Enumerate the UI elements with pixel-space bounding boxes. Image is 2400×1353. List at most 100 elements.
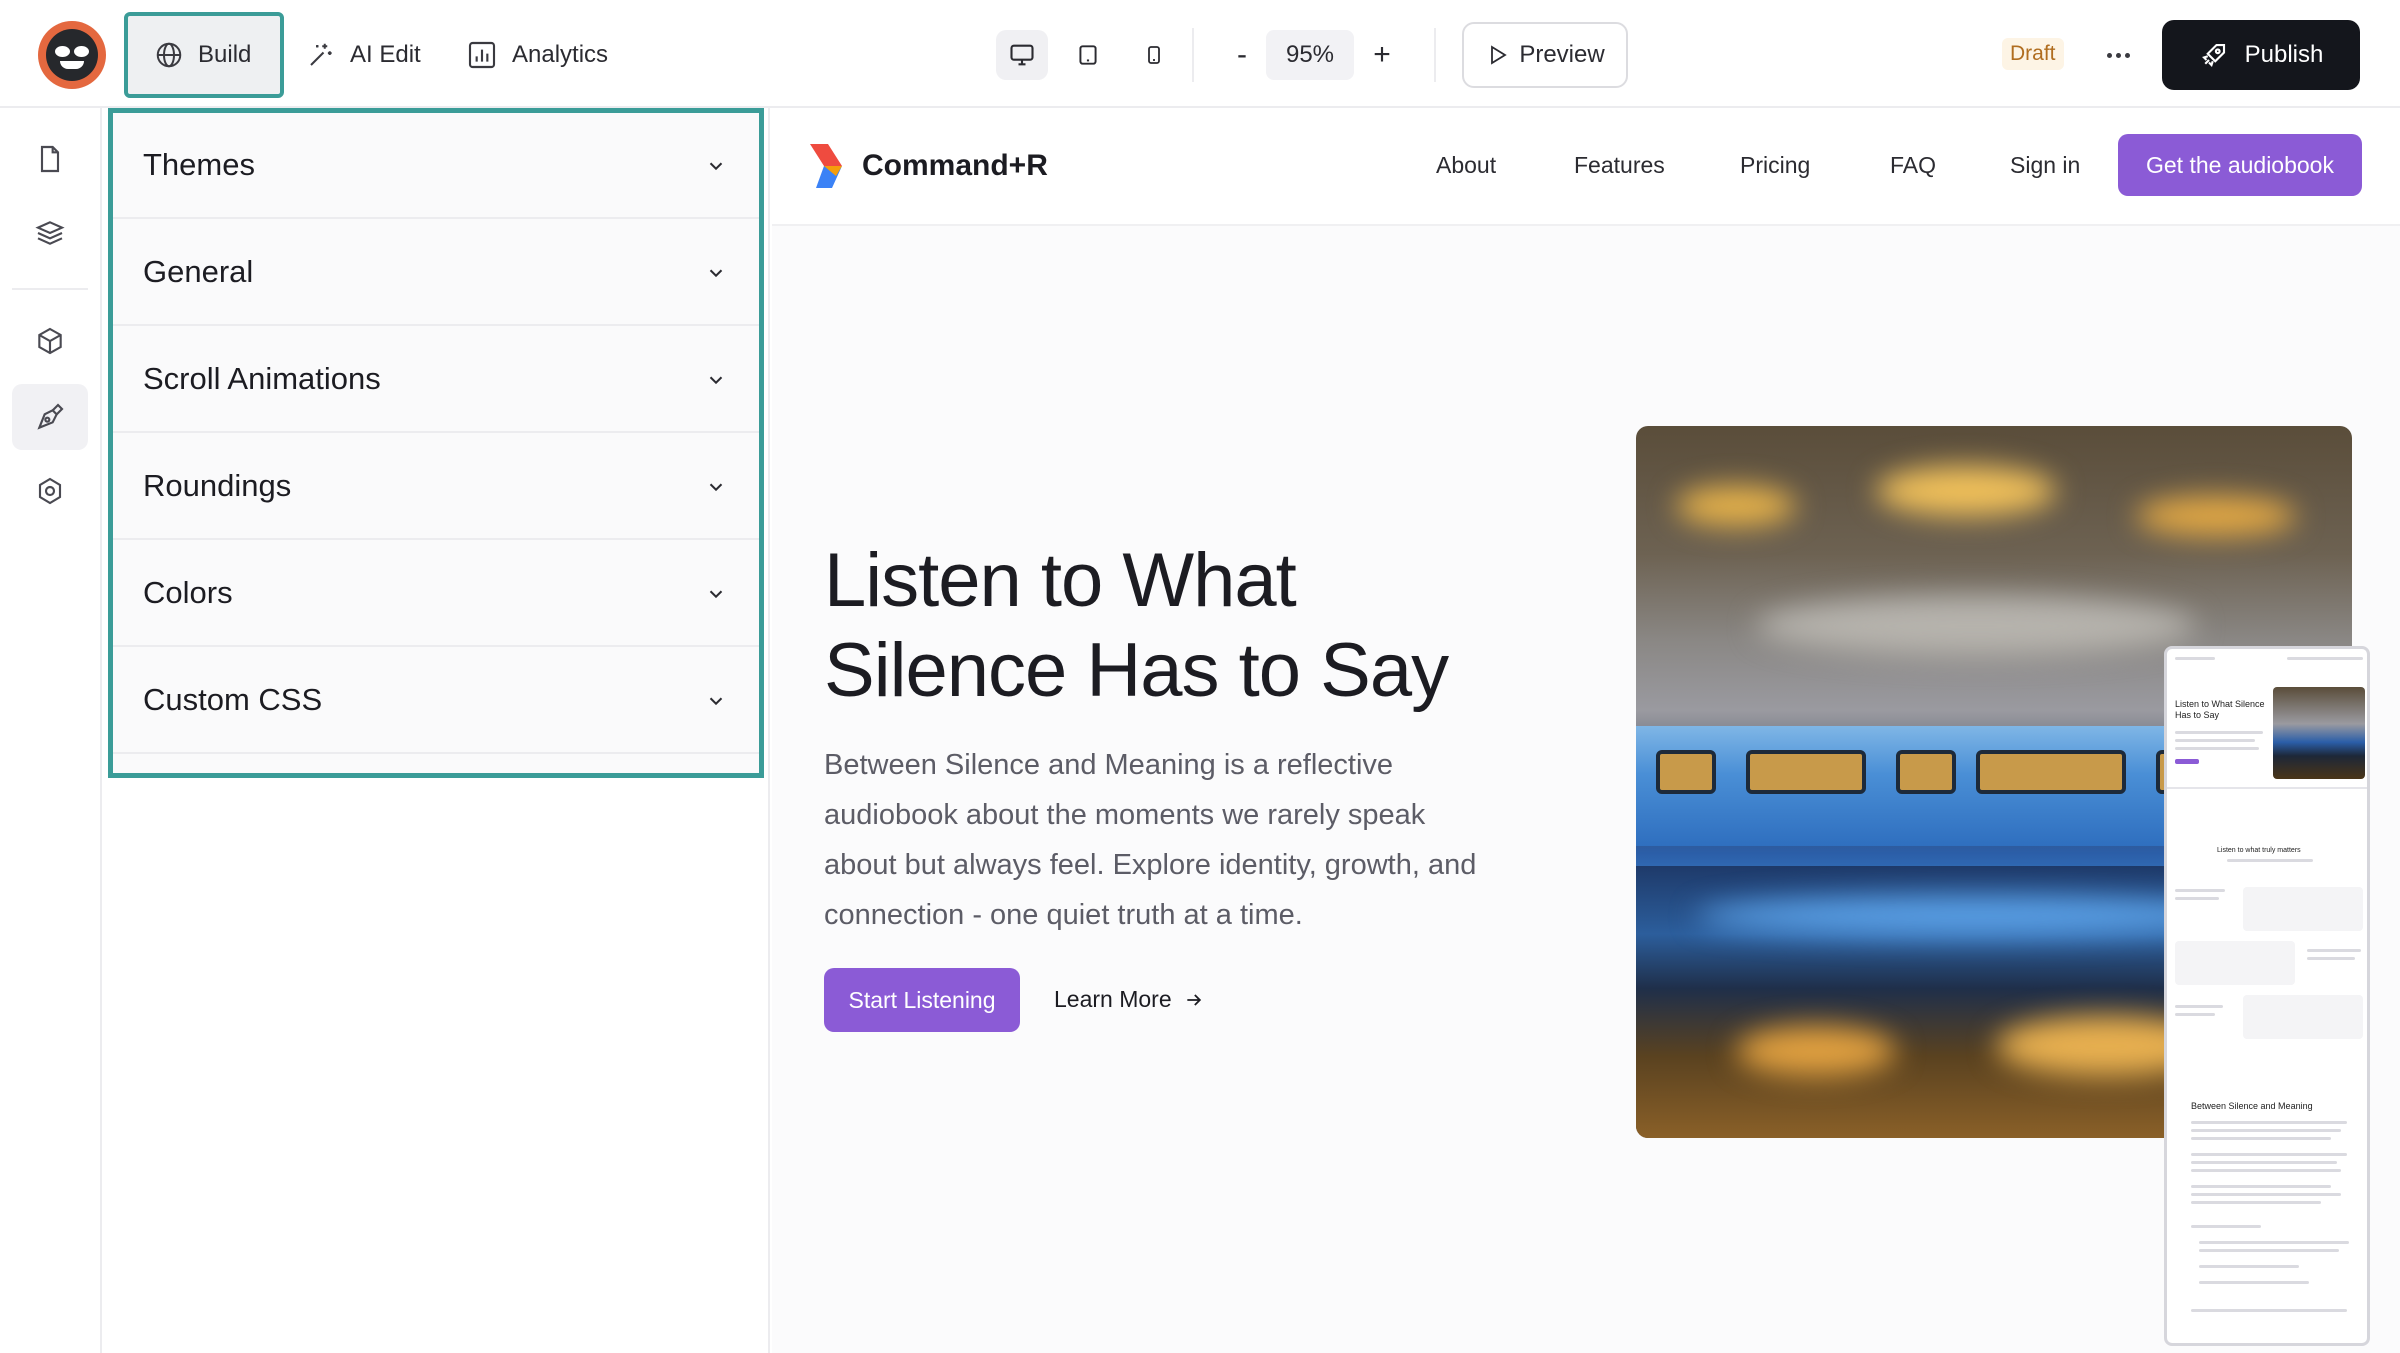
mini-line: [2191, 1169, 2341, 1172]
site-brand[interactable]: Command+R: [808, 142, 1048, 190]
site-nav-faq[interactable]: FAQ: [1890, 152, 1936, 179]
chevron-down-icon: [709, 697, 723, 706]
mini-line: [2175, 897, 2219, 900]
mini-line: [2307, 949, 2361, 952]
mobile-view-button[interactable]: [1128, 30, 1180, 80]
mini-line: [2227, 859, 2313, 862]
mini-line: [2191, 1309, 2347, 1312]
logo-eye-right: [74, 46, 89, 57]
rail-divider: [12, 288, 88, 290]
layers-icon: [35, 221, 65, 245]
more-dot: [2106, 52, 2112, 58]
rail-settings-button[interactable]: [12, 458, 88, 524]
accordion-label: Scroll Animations: [143, 361, 381, 396]
brand-name: Command+R: [862, 149, 1048, 182]
cube-icon: [38, 327, 62, 355]
site-preview-canvas[interactable]: Command+R About Features Pricing FAQ Sig…: [772, 108, 2400, 1353]
arrow-right-icon: [1186, 993, 1201, 1006]
zoom-out-button[interactable]: -: [1222, 30, 1262, 80]
mini-line: [2191, 1153, 2347, 1156]
start-listening-button[interactable]: Start Listening: [824, 968, 1020, 1032]
mini-card: [2175, 941, 2295, 985]
light-blur: [1756, 596, 2196, 656]
train-window: [1976, 750, 2126, 794]
mini-line: [2191, 1121, 2347, 1124]
light-blur: [1736, 1026, 1896, 1076]
mini-line: [2175, 1005, 2223, 1008]
site-nav-about[interactable]: About: [1436, 152, 1496, 179]
light-blur: [1876, 466, 2056, 516]
accordion-roundings[interactable]: Roundings: [113, 434, 759, 540]
ai-edit-tab[interactable]: AI Edit: [288, 22, 439, 88]
logo-face-icon: [46, 29, 98, 81]
mini-line: [2175, 889, 2225, 892]
page-icon: [40, 145, 60, 173]
site-nav-features[interactable]: Features: [1574, 152, 1665, 179]
zoom-in-button[interactable]: +: [1362, 30, 1402, 80]
preview-button[interactable]: Preview: [1462, 22, 1628, 88]
site-nav-sign-in[interactable]: Sign in: [2010, 152, 2080, 179]
status-badge: Draft: [2002, 38, 2064, 70]
more-options-button[interactable]: [2096, 30, 2140, 80]
site-nav-pricing[interactable]: Pricing: [1740, 152, 1810, 179]
mini-hero-image: [2273, 687, 2365, 779]
chevron-down-icon: [709, 376, 723, 385]
mini-line: [2175, 1013, 2215, 1016]
chevron-down-icon: [709, 590, 723, 599]
train-window: [1656, 750, 1716, 794]
mini-card: [2243, 995, 2363, 1039]
settings-icon: [38, 477, 62, 505]
mini-line: [2199, 1281, 2309, 1284]
accordion-themes[interactable]: Themes: [113, 113, 759, 219]
mini-line: [2191, 1129, 2341, 1132]
mini-card: [2243, 887, 2363, 931]
globe-icon: [156, 42, 182, 68]
accordion-label: Custom CSS: [143, 682, 323, 717]
app-logo[interactable]: [38, 21, 106, 89]
learn-more-label: Learn More: [1054, 986, 1172, 1012]
publish-button[interactable]: Publish: [2162, 20, 2360, 90]
mini-line: [2191, 1225, 2261, 1228]
hero-title: Listen to What Silence Has to Say: [824, 538, 1449, 713]
desktop-view-button[interactable]: [996, 30, 1048, 80]
play-icon: [1491, 45, 1508, 65]
build-tab[interactable]: Build: [124, 12, 284, 98]
train-window: [1896, 750, 1956, 794]
analytics-tab[interactable]: Analytics: [448, 22, 626, 88]
rail-layers-button[interactable]: [12, 200, 88, 266]
left-icon-rail: [0, 108, 102, 1353]
learn-more-link[interactable]: Learn More: [1054, 986, 1204, 1013]
mini-line: [2191, 1161, 2337, 1164]
rail-design-button[interactable]: [12, 384, 88, 450]
mini-line: [2199, 1265, 2299, 1268]
tablet-view-button[interactable]: [1062, 30, 1114, 80]
accordion-colors[interactable]: Colors: [113, 541, 759, 647]
mini-line: [2191, 1201, 2321, 1204]
accordion-custom-css[interactable]: Custom CSS: [113, 648, 759, 754]
mini-line: [2191, 1193, 2341, 1196]
build-tab-label: Build: [198, 41, 252, 68]
site-header: Command+R About Features Pricing FAQ Sig…: [772, 108, 2400, 226]
mini-section-title: Listen to what truly matters: [2217, 847, 2301, 854]
chevron-down-icon: [709, 269, 723, 278]
accordion-general[interactable]: General: [113, 220, 759, 326]
accordion-list: Themes General Scroll Animations Roundin…: [108, 108, 764, 778]
accordion-scroll-animations[interactable]: Scroll Animations: [113, 327, 759, 433]
light-blur: [1676, 486, 1796, 526]
get-audiobook-button[interactable]: Get the audiobook: [2118, 134, 2362, 196]
chevron-down-icon: [709, 162, 723, 171]
accordion-label: Themes: [143, 147, 255, 182]
mobile-preview-thumbnail[interactable]: Listen to What Silence Has to Say Listen…: [2164, 646, 2370, 1346]
mini-line: [2175, 657, 2215, 660]
toolbar-divider: [1192, 28, 1194, 82]
ai-edit-tab-label: AI Edit: [350, 41, 421, 68]
rail-pages-button[interactable]: [12, 126, 88, 192]
logo-eye-left: [55, 46, 70, 57]
pen-tool-icon: [37, 403, 64, 430]
zoom-level[interactable]: 95%: [1266, 30, 1354, 80]
more-dot: [2124, 52, 2130, 58]
logo-mouth: [60, 61, 84, 69]
mini-line: [2175, 731, 2263, 734]
accordion-label: Colors: [143, 575, 233, 610]
rail-components-button[interactable]: [12, 308, 88, 374]
